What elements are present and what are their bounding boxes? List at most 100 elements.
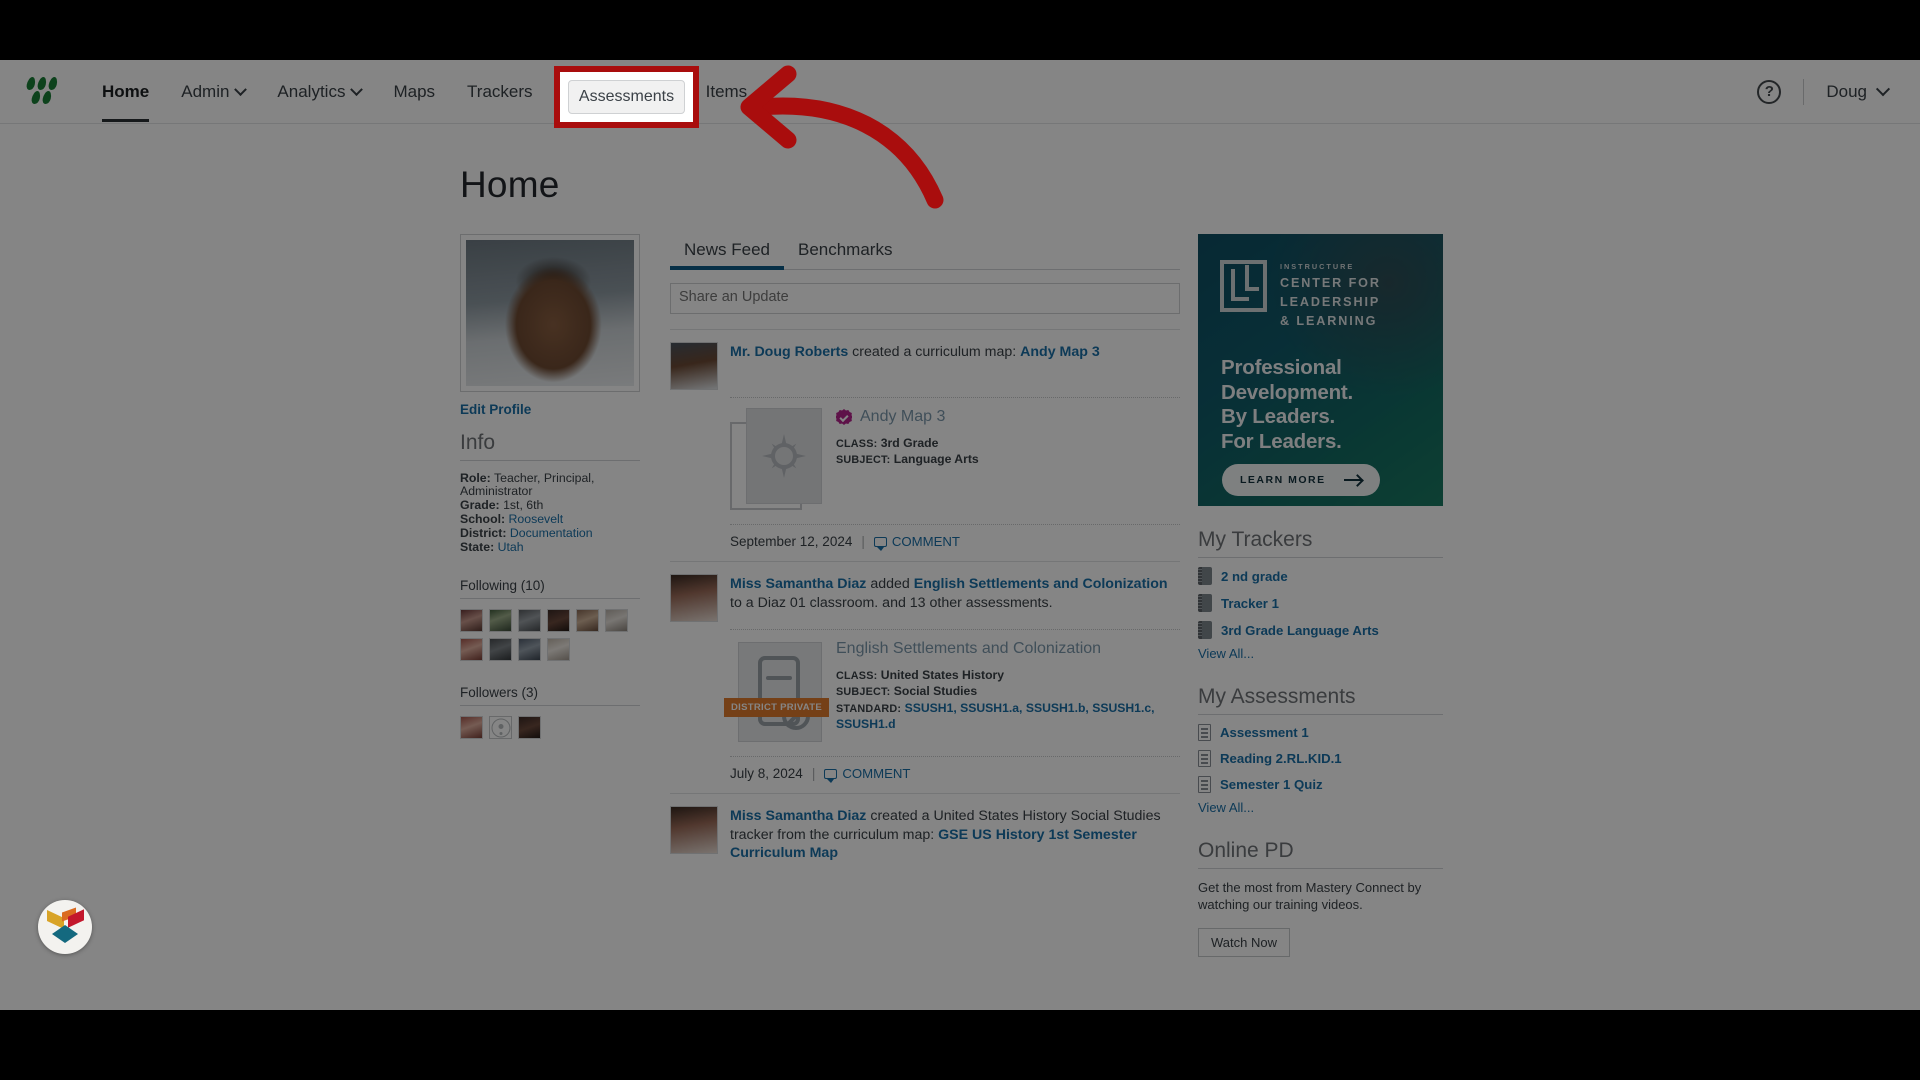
nav-right-cluster: ? Doug: [1757, 79, 1894, 105]
avatar[interactable]: [576, 609, 599, 632]
avatar[interactable]: [518, 609, 541, 632]
avatar[interactable]: [547, 609, 570, 632]
followers-label: Followers: [460, 685, 518, 700]
avatar[interactable]: [460, 716, 483, 739]
promo-headline: Professional Development. By Leaders. Fo…: [1221, 356, 1353, 454]
share-update-input[interactable]: [670, 283, 1180, 314]
cll-logo-icon-part: [1245, 287, 1259, 291]
tab-benchmarks[interactable]: Benchmarks: [784, 234, 906, 269]
tab-news-feed[interactable]: News Feed: [670, 234, 784, 269]
nav-label-items: Items: [706, 82, 748, 102]
assessment-label: Reading 2.RL.KID.1: [1220, 751, 1342, 766]
meta-key-subject: SUBJECT:: [836, 686, 890, 698]
profile-photo[interactable]: [460, 234, 640, 392]
page-content: Home Edit Profile Info Role: Teacher, Pr…: [0, 124, 1920, 1010]
assessment-thumbnail[interactable]: DISTRICT PRIVATE: [730, 640, 822, 746]
assessment-document-icon: [752, 654, 808, 730]
edit-profile-link[interactable]: Edit Profile: [460, 402, 640, 417]
assessment-list-item[interactable]: Assessment 1: [1198, 724, 1443, 741]
mastery-connect-logo-icon[interactable]: [26, 77, 60, 107]
nav-divider: [1803, 79, 1804, 105]
comment-button[interactable]: COMMENT: [824, 766, 910, 781]
avatar[interactable]: [670, 574, 718, 622]
avatar[interactable]: [547, 638, 570, 661]
avatar[interactable]: [460, 638, 483, 661]
avatar[interactable]: [670, 806, 718, 854]
meta-value-class: 3rd Grade: [881, 436, 939, 450]
user-menu-button[interactable]: Doug: [1826, 82, 1888, 102]
meta-key-class: CLASS:: [836, 438, 877, 450]
post-author-link[interactable]: Mr. Doug Roberts: [730, 344, 848, 360]
tracker-list-item[interactable]: 3rd Grade Language Arts: [1198, 621, 1443, 639]
nav-label-admin: Admin: [181, 82, 229, 102]
comment-label: COMMENT: [892, 534, 960, 549]
help-icon[interactable]: ?: [1757, 80, 1781, 104]
post-author-link[interactable]: Miss Samantha Diaz: [730, 808, 866, 824]
nav-item-analytics[interactable]: Analytics: [261, 61, 377, 122]
chevron-down-icon: [235, 83, 248, 96]
info-value-district[interactable]: Documentation: [510, 526, 593, 540]
post-card-meta: Andy Map 3 CLASS: 3rd Grade SUBJECT: Lan…: [836, 408, 979, 514]
info-key-state: State:: [460, 540, 494, 554]
nav-label-assessments: Assessments: [569, 82, 670, 102]
nav-item-maps[interactable]: Maps: [377, 61, 451, 122]
document-icon: [1198, 750, 1211, 767]
avatar[interactable]: [489, 638, 512, 661]
post-date: September 12, 2024: [730, 534, 852, 549]
following-heading[interactable]: Following (10): [460, 578, 640, 599]
avatar[interactable]: [518, 716, 541, 739]
info-value-state[interactable]: Utah: [498, 540, 524, 554]
card-title-link[interactable]: Andy Map 3: [860, 408, 945, 426]
promo-brand-lines: CENTER FOR LEADERSHIP & LEARNING: [1280, 274, 1381, 331]
user-menu-label: Doug: [1826, 82, 1867, 102]
chevron-down-icon: [351, 83, 364, 96]
assessment-list-item[interactable]: Semester 1 Quiz: [1198, 776, 1443, 793]
followers-avatars: [460, 716, 640, 739]
trackers-view-all-link[interactable]: View All...: [1198, 646, 1254, 661]
avatar[interactable]: [605, 609, 628, 632]
watch-now-button[interactable]: Watch Now: [1198, 928, 1290, 957]
instructure-badge-icon[interactable]: [38, 900, 92, 954]
learn-more-label: LEARN MORE: [1240, 474, 1326, 486]
post-object-link[interactable]: English Settlements and Colonization: [914, 576, 1168, 592]
card-title-link[interactable]: English Settlements and Colonization: [836, 640, 1101, 658]
tracker-list-item[interactable]: Tracker 1: [1198, 594, 1443, 612]
meta-value-subject: Social Studies: [894, 684, 977, 698]
post-footer: July 8, 2024 | COMMENT: [730, 756, 1180, 793]
tracker-icon: [1198, 567, 1212, 585]
assessment-label: Semester 1 Quiz: [1220, 777, 1323, 792]
nav-item-admin[interactable]: Admin: [165, 61, 261, 122]
nav-item-trackers[interactable]: Trackers: [451, 61, 549, 122]
nav-item-items[interactable]: Items: [690, 61, 764, 122]
avatar[interactable]: [489, 609, 512, 632]
post-author-link[interactable]: Miss Samantha Diaz: [730, 576, 866, 592]
promo-banner[interactable]: INSTRUCTURE CENTER FOR LEADERSHIP & LEAR…: [1198, 234, 1443, 506]
info-key-grade: Grade:: [460, 498, 500, 512]
post-body: DISTRICT PRIVATE English Settlements and…: [730, 629, 1180, 746]
help-glyph: ?: [1765, 83, 1774, 100]
post-object-link[interactable]: Andy Map 3: [1020, 344, 1100, 360]
three-column-layout: Edit Profile Info Role: Teacher, Princip…: [0, 234, 1920, 957]
avatar[interactable]: [518, 638, 541, 661]
followers-heading[interactable]: Followers (3): [460, 685, 640, 706]
followers-count: (3): [522, 685, 539, 700]
assessment-list-item[interactable]: Reading 2.RL.KID.1: [1198, 750, 1443, 767]
post-text: Mr. Doug Roberts created a curriculum ma…: [730, 342, 1100, 390]
info-row-state: State: Utah: [460, 541, 640, 554]
tab-news-feed-label: News Feed: [684, 240, 770, 259]
avatar[interactable]: [670, 342, 718, 390]
meta-key-subject: SUBJECT:: [836, 454, 890, 466]
nav-label-home: Home: [102, 82, 149, 102]
comment-button[interactable]: COMMENT: [874, 534, 960, 549]
avatar[interactable]: [460, 609, 483, 632]
avatar-placeholder-icon[interactable]: [489, 716, 512, 739]
promo-brand-tag: INSTRUCTURE: [1280, 262, 1354, 271]
assessments-view-all-link[interactable]: View All...: [1198, 800, 1254, 815]
info-value-school[interactable]: Roosevelt: [509, 512, 564, 526]
tracker-list-item[interactable]: 2 nd grade: [1198, 567, 1443, 585]
nav-item-home[interactable]: Home: [86, 61, 165, 122]
tracker-label: Tracker 1: [1221, 596, 1279, 611]
nav-item-assessments[interactable]: Assessments: [555, 73, 684, 111]
curriculum-map-thumbnail[interactable]: [730, 408, 822, 514]
learn-more-button[interactable]: LEARN MORE: [1222, 464, 1380, 496]
